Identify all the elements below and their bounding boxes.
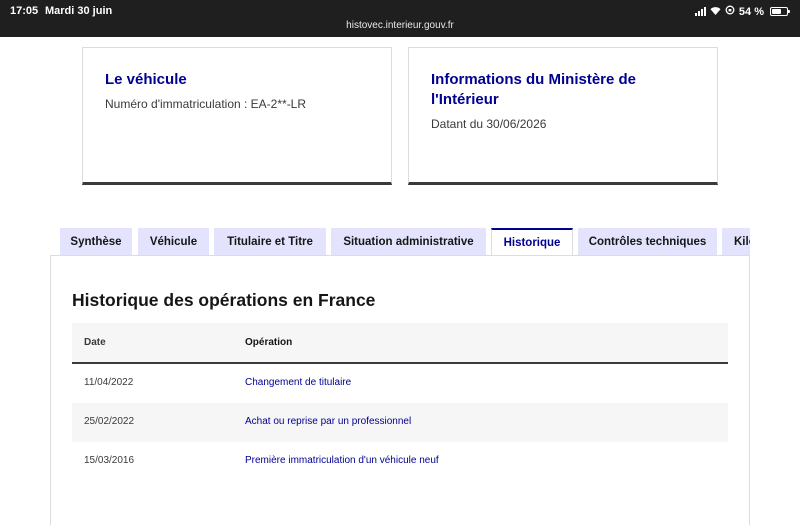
tab-list: Synthèse Véhicule Titulaire et Titre Sit… (60, 228, 750, 256)
status-date: Mardi 30 juin (45, 5, 113, 17)
tab-situation-administrative[interactable]: Situation administrative (331, 228, 486, 256)
ministry-info-card: Informations du Ministère de l'Intérieur… (408, 47, 718, 185)
tab-titulaire-et-titre[interactable]: Titulaire et Titre (214, 228, 326, 256)
row-operation: Première immatriculation d'un véhicule n… (245, 455, 439, 466)
orientation-lock-icon (725, 5, 735, 18)
table-header: Date Opération (72, 323, 728, 364)
row-operation: Changement de titulaire (245, 377, 352, 388)
tab-controles-techniques[interactable]: Contrôles techniques (578, 228, 717, 256)
tab-vehicule[interactable]: Véhicule (138, 228, 209, 256)
tab-kilometrage[interactable]: Kilo (722, 228, 750, 256)
wifi-icon (710, 6, 721, 18)
column-header-operation: Opération (245, 337, 293, 348)
table-row: 11/04/2022 Changement de titulaire (72, 364, 728, 403)
column-header-date: Date (84, 337, 106, 348)
table-row: 15/03/2016 Première immatriculation d'un… (72, 442, 728, 481)
row-operation: Achat ou reprise par un professionnel (245, 416, 412, 427)
tab-synthese[interactable]: Synthèse (60, 228, 132, 256)
vehicle-card-title: Le véhicule (105, 71, 187, 88)
status-time: 17:05 (10, 5, 39, 17)
tab-historique[interactable]: Historique (491, 228, 573, 256)
url-bar[interactable]: histovec.interieur.gouv.fr (0, 20, 800, 31)
battery-percentage: 54 % (738, 5, 764, 18)
browser-status-bar: 17:05 Mardi 30 juin 54 % histovec.interi… (0, 0, 800, 37)
registration-number: Numéro d'immatriculation : EA-2**-LR (105, 97, 307, 111)
battery-icon (770, 7, 790, 16)
cellular-signal-icon (694, 7, 706, 16)
history-title: Historique des opérations en France (72, 290, 376, 310)
row-date: 11/04/2022 (84, 377, 134, 388)
history-table: Date Opération 11/04/2022 Changement de … (72, 323, 728, 481)
vehicle-card: Le véhicule Numéro d'immatriculation : E… (82, 47, 392, 185)
row-date: 25/02/2022 (84, 416, 135, 427)
table-row: 25/02/2022 Achat ou reprise par un profe… (72, 403, 728, 442)
ministry-card-title: Informations du Ministère de l'Intérieur (431, 71, 637, 108)
ministry-card-date: Datant du 30/06/2026 (431, 117, 547, 131)
status-indicators: 54 % (694, 5, 790, 18)
row-date: 15/03/2016 (84, 455, 135, 466)
